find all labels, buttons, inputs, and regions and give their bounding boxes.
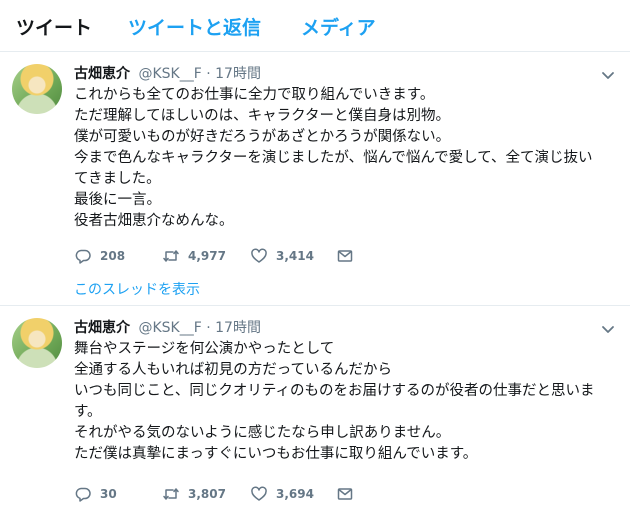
tweet-text-line: 今まで色んなキャラクターを演じましたが、悩んで悩んで愛して、全て演じ抜い	[74, 150, 593, 166]
tweet-text-line: それがやる気のないように感じたなら申し訳ありません。	[74, 425, 451, 441]
retweet-button[interactable]: 4,977	[162, 247, 226, 265]
reply-button[interactable]: 208	[74, 247, 125, 265]
retweet-button[interactable]: 3,807	[162, 485, 226, 503]
reply-count: 30	[100, 487, 117, 501]
tweet[interactable]: 古畑恵介 @KSK__F · 17時間 これからも全てのお仕事に全力で取り組んで…	[0, 53, 630, 306]
like-count: 3,414	[276, 249, 314, 263]
like-button[interactable]: 3,414	[250, 247, 314, 265]
reply-icon	[75, 487, 91, 502]
reply-count: 208	[100, 249, 126, 263]
tweet-text-line: す。	[74, 404, 102, 420]
envelope-icon	[337, 488, 353, 500]
timestamp[interactable]: 17時間	[215, 320, 261, 336]
tweet-text-line: てきました。	[74, 171, 161, 187]
author-name[interactable]: 古畑恵介	[74, 320, 130, 336]
author-handle[interactable]: @KSK__F	[138, 66, 201, 82]
chevron-down-icon[interactable]	[600, 67, 616, 83]
heart-icon	[251, 486, 267, 501]
tab-tweets-and-replies[interactable]: ツイートと返信	[128, 13, 261, 40]
retweet-count: 4,977	[188, 249, 226, 263]
tab-tweets[interactable]: ツイート	[16, 13, 92, 40]
tweet-header: 古畑恵介 @KSK__F · 17時間	[74, 317, 261, 337]
like-count: 3,694	[276, 487, 314, 501]
tweet-text-line: これからも全てのお仕事に全力で取り組んでいきます。	[74, 87, 435, 103]
reply-icon	[75, 249, 91, 264]
retweet-icon	[163, 488, 179, 500]
tweet-text-line: ただ理解してほしいのは、キャラクターと僕自身は別物。	[74, 108, 450, 124]
profile-tabs: ツイート ツイートと返信 メディア	[0, 0, 630, 52]
tweet-text-line: 最後に一言。	[74, 192, 161, 208]
envelope-icon	[337, 250, 353, 262]
tweet-text-line: ただ僕は真摯にまっすぐにいつもお仕事に取り組んでいます。	[74, 446, 478, 462]
like-button[interactable]: 3,694	[250, 485, 314, 503]
direct-message-button[interactable]	[336, 485, 354, 503]
avatar[interactable]	[12, 64, 62, 114]
tweet-header: 古畑恵介 @KSK__F · 17時間	[74, 63, 261, 83]
tweet-text: 舞台やステージを何公演かやったとして 全通する人もいれば初見の方だっているんだか…	[74, 339, 626, 465]
chevron-down-icon[interactable]	[600, 321, 616, 337]
author-handle[interactable]: @KSK__F	[138, 320, 201, 336]
tab-media[interactable]: メディア	[301, 13, 376, 40]
tweet-text: これからも全てのお仕事に全力で取り組んでいきます。 ただ理解してほしいのは、キャ…	[74, 85, 626, 232]
direct-message-button[interactable]	[336, 247, 354, 265]
separator-dot: ·	[206, 66, 211, 82]
tweet-text-line: 僕が可愛いものが好きだろうがあざとかろうが関係ない。	[74, 129, 451, 145]
tweet-text-line: 全通する人もいれば初見の方だっているんだから	[74, 362, 392, 378]
reply-button[interactable]: 30	[74, 485, 117, 503]
author-name[interactable]: 古畑恵介	[74, 66, 130, 82]
retweet-icon	[163, 250, 179, 262]
tweet-text-line: 舞台やステージを何公演かやったとして	[74, 341, 335, 357]
retweet-count: 3,807	[188, 487, 226, 501]
show-thread-link[interactable]: このスレッドを表示	[74, 279, 200, 299]
tweet-text-line: 役者古畑恵介なめんな。	[74, 213, 234, 229]
avatar[interactable]	[12, 318, 62, 368]
tweet[interactable]: 古畑恵介 @KSK__F · 17時間 舞台やステージを何公演かやったとして 全…	[0, 307, 630, 520]
separator-dot: ·	[206, 320, 211, 336]
tweet-text-line: いつも同じこと、同じクオリティのものをお届けするのが役者の仕事だと思いま	[74, 383, 595, 399]
heart-icon	[251, 248, 267, 263]
timestamp[interactable]: 17時間	[215, 66, 261, 82]
